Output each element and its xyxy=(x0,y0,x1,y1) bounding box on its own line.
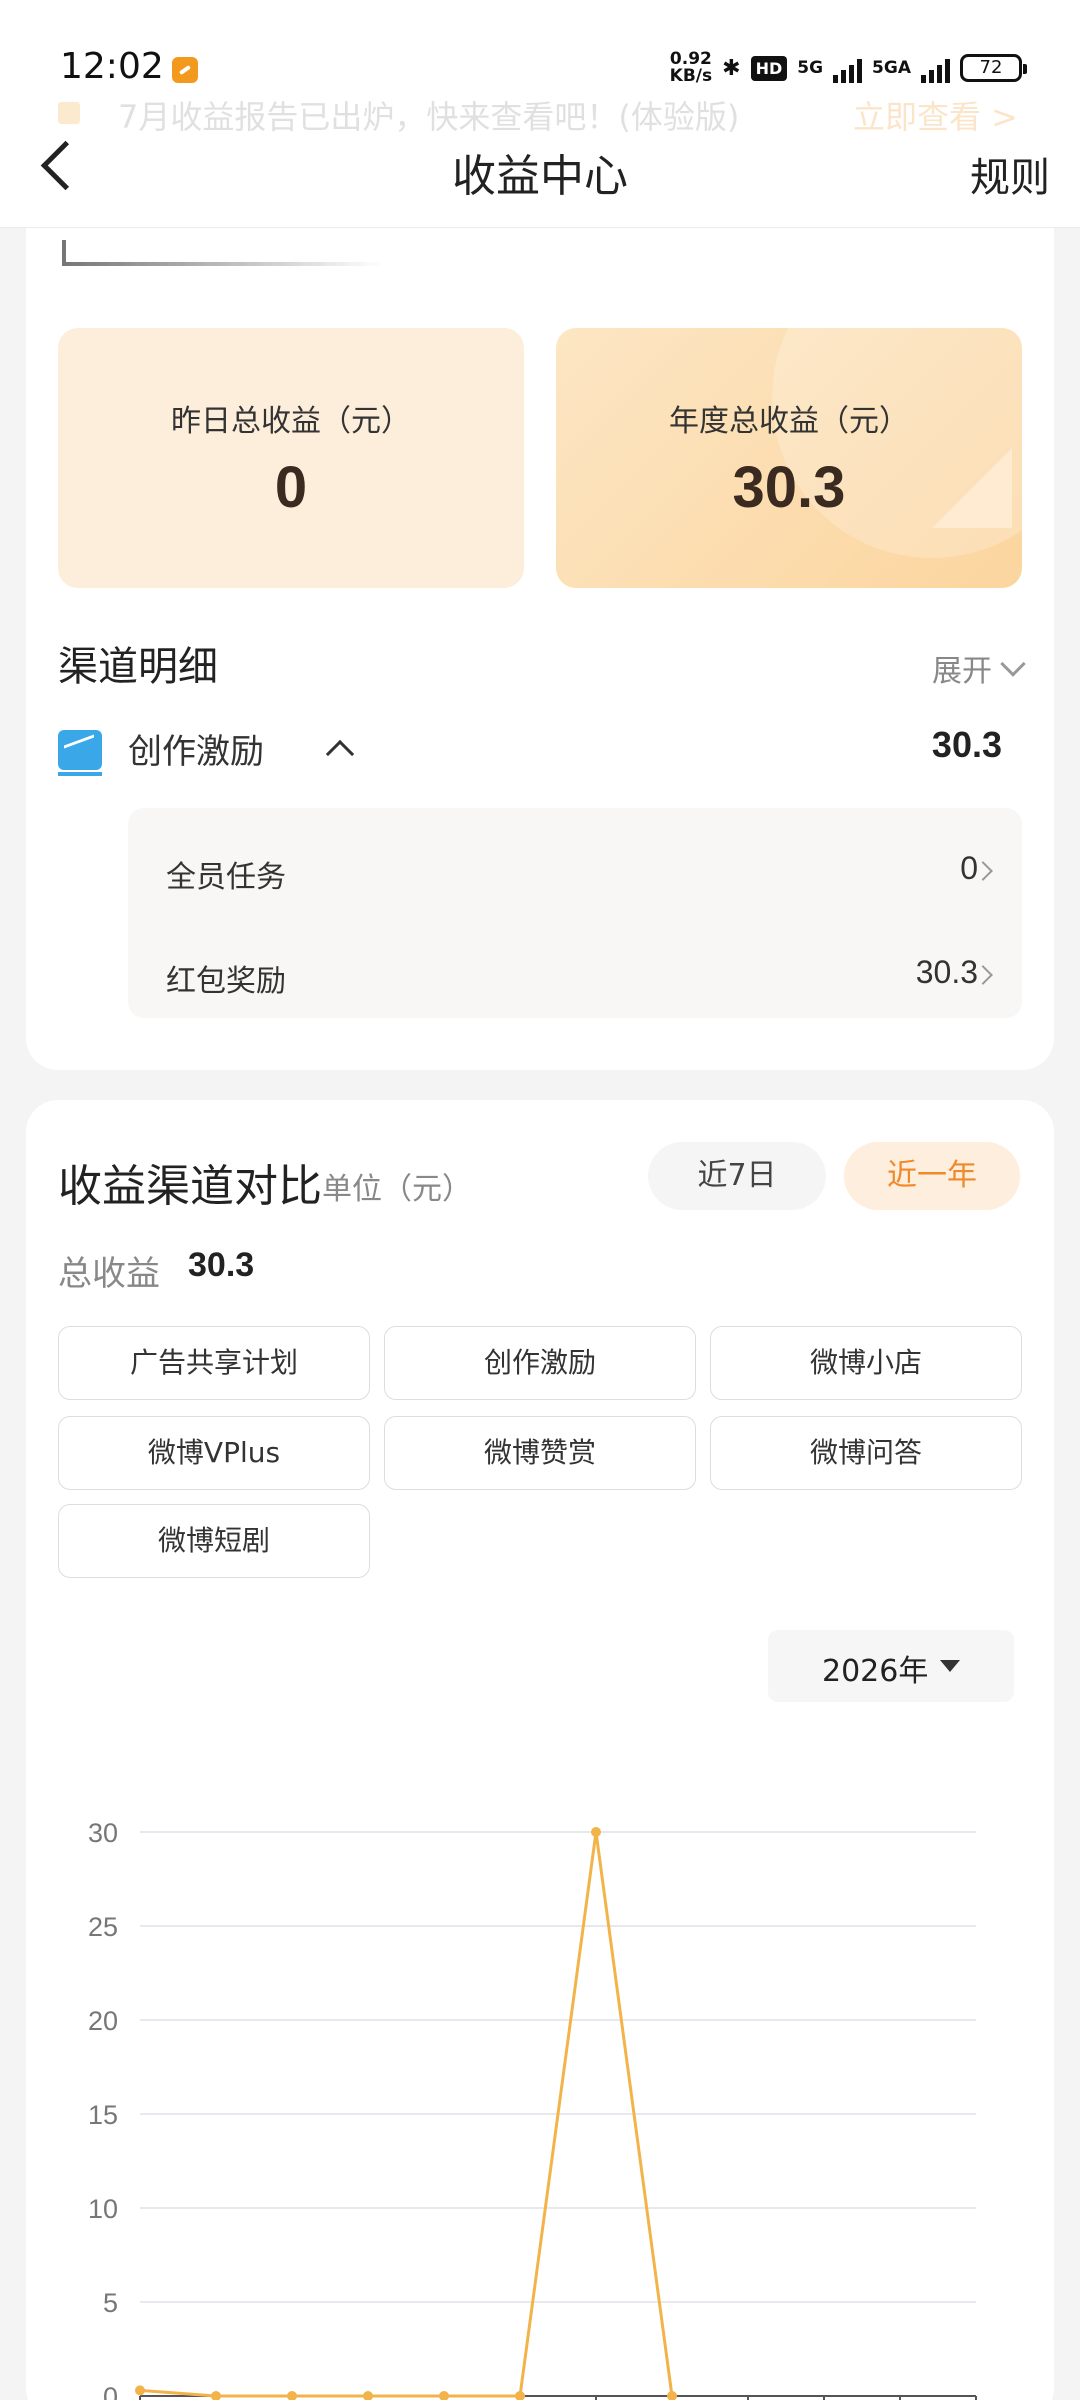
year-income-value: 30.3 xyxy=(732,455,846,520)
data-point xyxy=(667,2391,677,2400)
chart-monitor-icon xyxy=(58,730,102,776)
summary-card: 昨日总收益（元） 0 年度总收益（元） 30.3 渠道明细 展开 创作激励 30… xyxy=(26,228,1054,1070)
sub-channel-row[interactable]: 红包奖励 30.3 xyxy=(128,936,1022,1016)
signal-5g-label: 5G xyxy=(797,57,824,78)
page-title: 收益中心 xyxy=(452,151,628,202)
comparison-title: 收益渠道对比 xyxy=(58,1161,322,1212)
signal-icon xyxy=(833,53,863,83)
sub-channel-name: 红包奖励 xyxy=(166,964,286,999)
yesterday-income-value: 0 xyxy=(274,455,308,520)
year-select-value: 2026年 xyxy=(822,1654,929,1689)
year-income-box: 年度总收益（元） 30.3 xyxy=(556,328,1022,588)
notice-view-link[interactable]: 立即查看 > xyxy=(853,92,1018,138)
rules-link[interactable]: 规则 xyxy=(970,145,1050,203)
speaker-icon xyxy=(58,102,80,124)
channel-row-creation[interactable]: 创作激励 30.3 xyxy=(58,718,1022,782)
channel-detail-title: 渠道明细 xyxy=(58,644,218,690)
caret-down-icon xyxy=(940,1660,960,1672)
y-tick-label: 25 xyxy=(88,1912,118,1942)
header: 12:02 0.92 KB/s ✱ HD 5G 5GA 72 7月收益报告已出炉… xyxy=(0,0,1080,228)
data-point xyxy=(363,2391,373,2400)
sub-channel-row[interactable]: 全员任务 0 xyxy=(128,832,1022,912)
y-tick-label: 0 xyxy=(103,2382,118,2400)
filter-chip[interactable]: 广告共享计划 xyxy=(58,1326,370,1400)
filter-chip[interactable]: 微博赞赏 xyxy=(384,1416,696,1490)
filter-chip[interactable]: 微博小店 xyxy=(710,1326,1022,1400)
sub-channel-list: 全员任务 0 红包奖励 30.3 xyxy=(128,808,1022,1018)
data-point xyxy=(591,1827,601,1837)
app-notification-icon xyxy=(172,57,198,83)
y-tick-label: 15 xyxy=(88,2100,118,2130)
income-line-chart: 0510152025301月2月3月4月5月6月7月8月9月10月11月12月 xyxy=(88,1818,977,2400)
status-time: 12:02 xyxy=(60,46,164,87)
channel-name: 创作激励 xyxy=(128,732,264,772)
total-income-value: 30.3 xyxy=(188,1246,255,1284)
notice-banner[interactable]: 7月收益报告已出炉，快来查看吧！(体验版) 立即查看 > xyxy=(58,92,1018,136)
filter-chip[interactable]: 微博短剧 xyxy=(58,1504,370,1578)
data-point xyxy=(439,2391,449,2400)
y-tick-label: 5 xyxy=(103,2288,118,2318)
battery-icon: 72 xyxy=(960,54,1027,82)
expand-button[interactable]: 展开 xyxy=(932,646,1026,690)
yesterday-income-label: 昨日总收益（元） xyxy=(171,404,411,439)
total-income-label: 总收益 xyxy=(58,1254,160,1294)
net-speed: 0.92 KB/s xyxy=(670,51,712,85)
notice-text: 7月收益报告已出炉，快来查看吧！(体验版) xyxy=(118,98,740,136)
filter-chip[interactable]: 微博VPlus xyxy=(58,1416,370,1490)
yesterday-income-box: 昨日总收益（元） 0 xyxy=(58,328,524,588)
filter-chip[interactable]: 创作激励 xyxy=(384,1326,696,1400)
year-select[interactable]: 2026年 xyxy=(768,1630,1014,1702)
chevron-up-icon[interactable] xyxy=(325,739,355,769)
range-7d-button[interactable]: 近7日 xyxy=(648,1142,826,1210)
data-point xyxy=(515,2391,525,2400)
data-point xyxy=(135,2385,145,2396)
sub-channel-value: 30.3 xyxy=(915,954,978,990)
bluetooth-icon: ✱ xyxy=(722,55,741,81)
y-tick-label: 10 xyxy=(88,2194,118,2224)
expand-label: 展开 xyxy=(932,654,992,689)
status-bar: 12:02 0.92 KB/s ✱ HD 5G 5GA 72 xyxy=(0,40,1080,96)
signal-icon-2 xyxy=(921,53,950,83)
year-income-label: 年度总收益（元） xyxy=(669,404,909,439)
status-icons: 0.92 KB/s ✱ HD 5G 5GA 72 xyxy=(670,48,1027,88)
y-tick-label: 20 xyxy=(88,2006,118,2036)
signal-5ga-label: 5GA xyxy=(872,57,911,78)
chevron-down-icon xyxy=(1000,651,1026,677)
net-speed-unit: KB/s xyxy=(669,66,713,86)
data-point xyxy=(211,2391,221,2400)
hd-icon: HD xyxy=(750,55,788,81)
channel-value: 30.3 xyxy=(931,724,1002,765)
mini-chart-fragment xyxy=(62,240,382,266)
range-1y-button[interactable]: 近一年 xyxy=(844,1142,1020,1210)
sub-channel-name: 全员任务 xyxy=(166,860,286,895)
filter-chip[interactable]: 微博问答 xyxy=(710,1416,1022,1490)
comparison-card: 收益渠道对比 单位（元） 近7日 近一年 总收益 30.3 广告共享计划 创作激… xyxy=(26,1100,1054,2400)
data-point xyxy=(287,2391,297,2400)
comparison-unit: 单位（元） xyxy=(322,1172,472,1207)
y-tick-label: 30 xyxy=(88,1818,118,1848)
